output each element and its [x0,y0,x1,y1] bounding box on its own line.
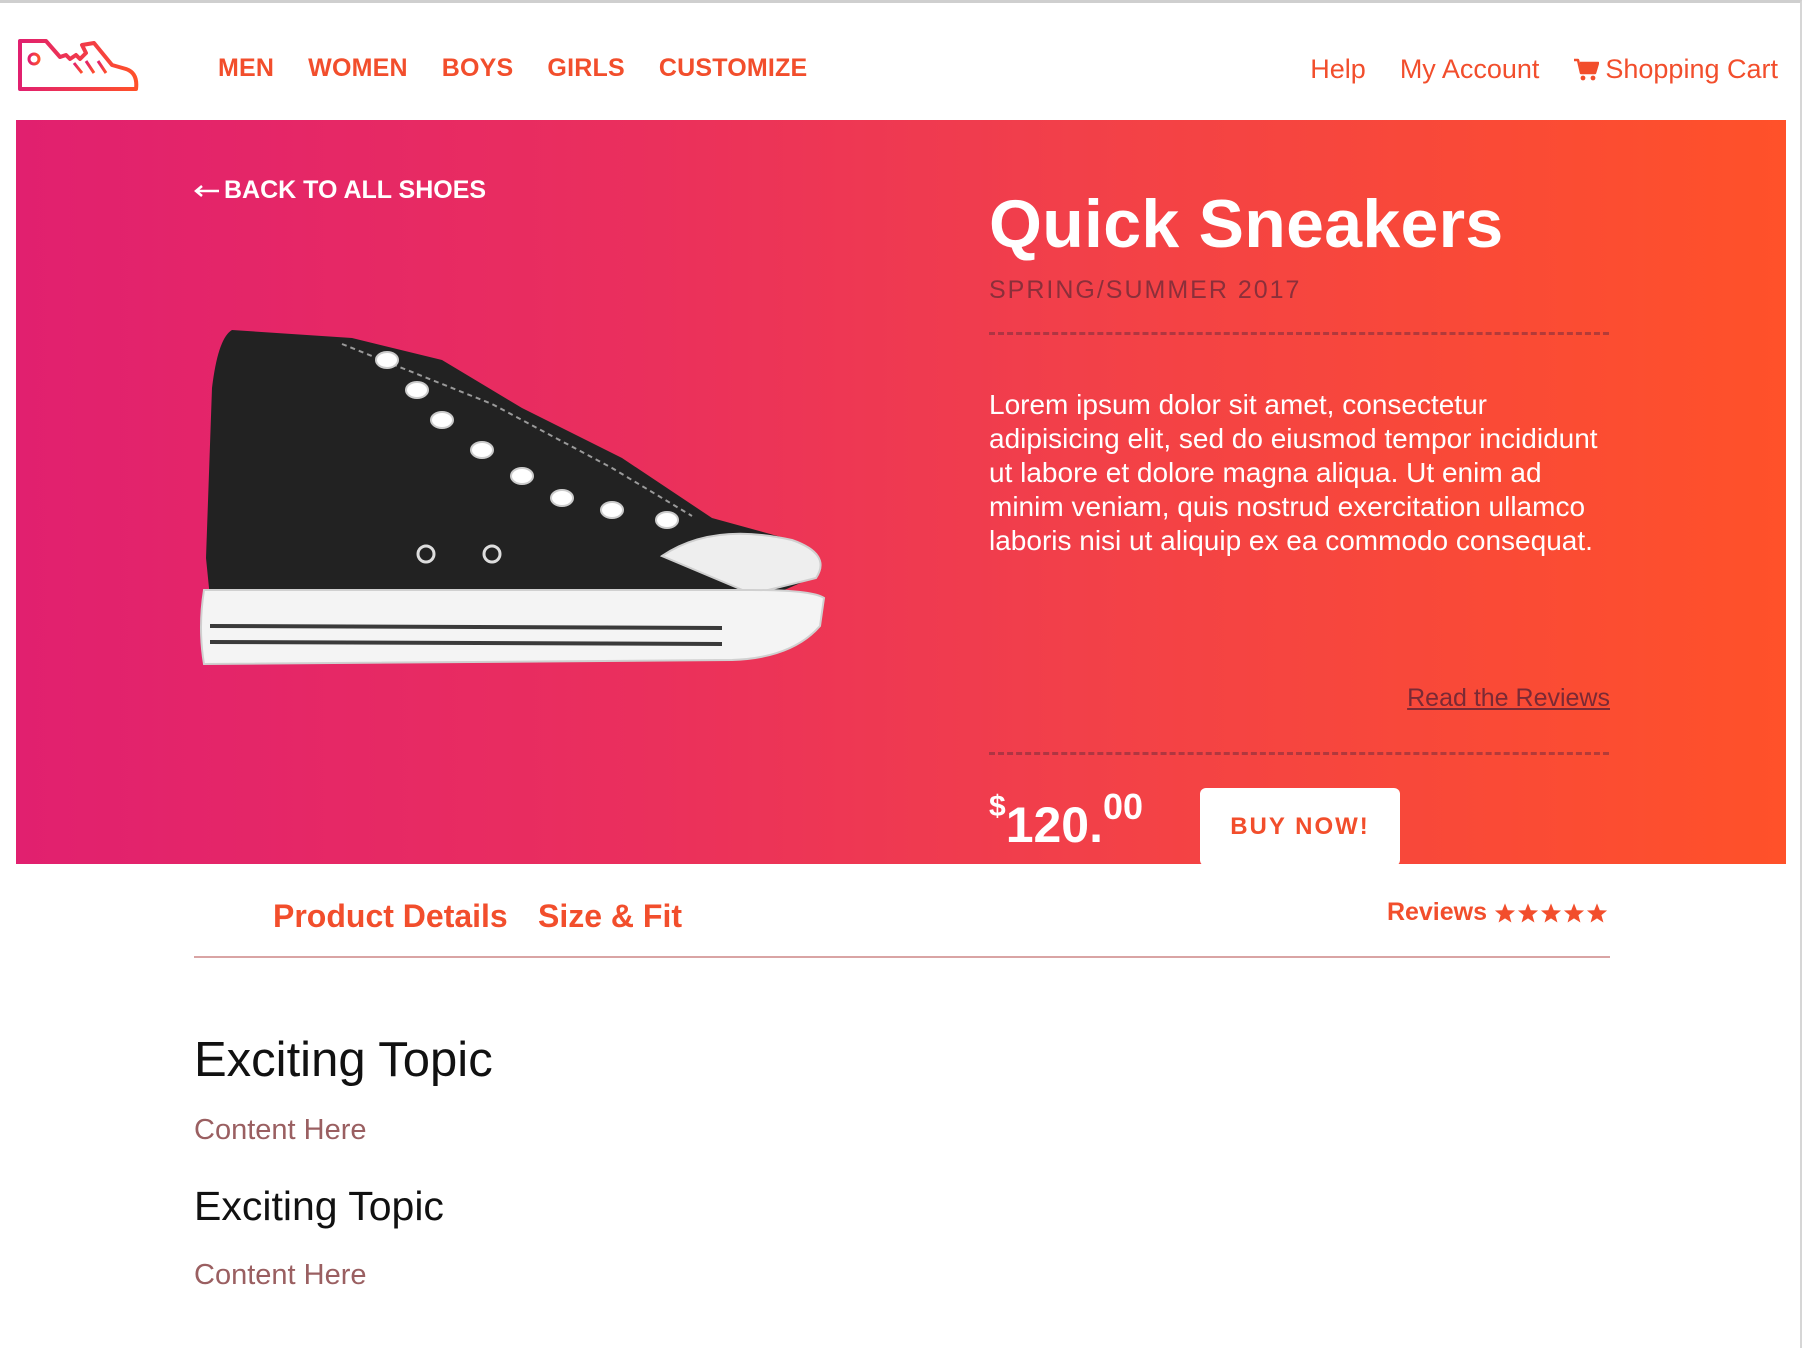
product-info: Quick Sneakers SPRING/SUMMER 2017 Lorem … [989,186,1613,866]
tab-size-fit[interactable]: Size & Fit [538,898,682,935]
tab-reviews[interactable]: Reviews [1387,898,1608,927]
tab-product-details[interactable]: Product Details [273,898,508,935]
reviews-label: Reviews [1386,898,1487,926]
nav-customize[interactable]: CUSTOMIZE [659,54,808,83]
product-hero: BACK TO ALL SHOES Quick Sneakers SPRING/… [16,120,1786,866]
product-content: Exciting Topic Content Here Exciting Top… [194,1030,1594,1292]
nav-men[interactable]: MEN [218,54,274,83]
sneaker-logo-icon[interactable] [16,33,140,99]
arrow-left-icon [194,184,219,197]
nav-women[interactable]: WOMEN [308,54,408,83]
cart-icon [1574,58,1600,80]
divider [989,752,1609,755]
site-header: MEN WOMEN BOYS GIRLS CUSTOMIZE Help My A… [16,3,1786,120]
star-icon [1540,902,1562,922]
topic-heading: Exciting Topic [194,1033,493,1087]
back-to-all-shoes-link[interactable]: BACK TO ALL SHOES [194,176,486,205]
price-cents: 00 [1103,786,1144,827]
product-title: Quick Sneakers [989,186,1504,262]
help-link[interactable]: Help [1310,54,1366,85]
price-whole: 120. [1005,797,1104,853]
product-season: SPRING/SUMMER 2017 [989,276,1302,304]
product-description: Lorem ipsum dolor sit amet, consectetur … [989,389,1598,556]
nav-boys[interactable]: BOYS [442,54,514,83]
topic-heading: Exciting Topic [194,1183,444,1229]
main-nav: MEN WOMEN BOYS GIRLS CUSTOMIZE [218,54,841,83]
read-reviews-link[interactable]: Read the Reviews [1407,684,1610,713]
topic-content: Content Here [194,1114,367,1146]
divider [989,332,1609,335]
back-link-label: BACK TO ALL SHOES [224,176,487,204]
utility-nav: Help My Account Shopping Cart [1276,54,1778,85]
nav-girls[interactable]: GIRLS [547,54,624,83]
star-icon [1517,902,1539,922]
rating-stars [1493,902,1608,924]
star-icon [1494,902,1516,922]
buy-now-button[interactable]: BUY NOW! [1200,788,1400,866]
product-tabs: Product Details Size & Fit Reviews [194,864,1610,958]
topic-content: Content Here [194,1259,367,1291]
price-currency: $ [989,790,1006,823]
product-price: $ 120. 00 [989,784,1143,854]
star-icon [1586,902,1608,922]
shopping-cart-link[interactable]: Shopping Cart [1573,54,1778,85]
sneaker-product-image [200,330,826,666]
my-account-link[interactable]: My Account [1400,54,1540,85]
shopping-cart-label: Shopping Cart [1605,54,1778,84]
star-icon [1563,902,1585,922]
